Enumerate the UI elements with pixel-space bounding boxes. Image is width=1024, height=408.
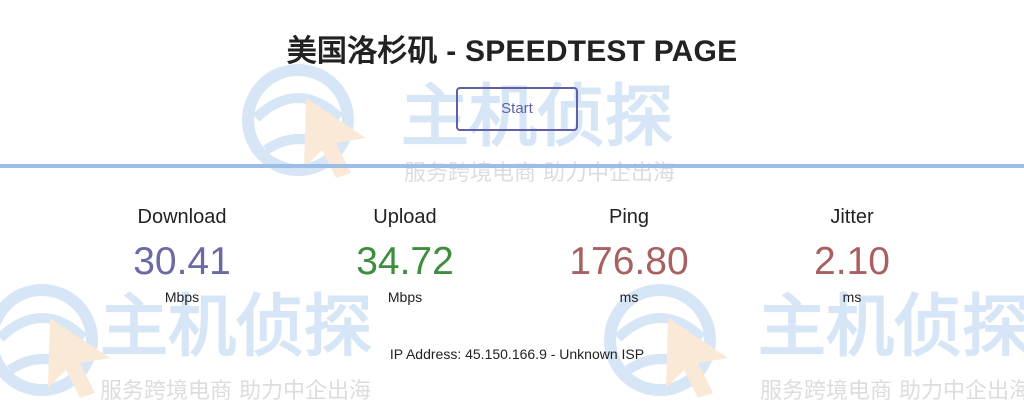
ping-unit: ms bbox=[619, 289, 639, 305]
download-label: Download bbox=[137, 206, 227, 228]
download-unit: Mbps bbox=[164, 289, 200, 305]
globe-cursor-icon bbox=[604, 284, 728, 398]
globe-cursor-icon bbox=[242, 64, 366, 178]
ping-value: 176.80 bbox=[569, 240, 689, 283]
page-title: 美国洛杉矶 - SPEEDTEST PAGE bbox=[286, 35, 738, 68]
download-metric: Download 30.41 Mbps bbox=[82, 204, 282, 306]
watermark-slogan: 服务跨境电商 助力中企出海 bbox=[760, 379, 1024, 404]
jitter-metric: Jitter 2.10 ms bbox=[752, 204, 952, 306]
globe-cursor-icon bbox=[0, 284, 110, 398]
ip-address-text: IP Address: 45.150.166.9 - Unknown ISP bbox=[389, 346, 645, 362]
watermark-slogan: 服务跨境电商 助力中企出海 bbox=[100, 379, 371, 404]
download-value: 30.41 bbox=[133, 240, 231, 283]
upload-label: Upload bbox=[373, 206, 437, 228]
progress-divider bbox=[0, 164, 1024, 168]
ping-metric: Ping 176.80 ms bbox=[529, 204, 729, 306]
start-button[interactable]: Start bbox=[456, 87, 578, 131]
jitter-value: 2.10 bbox=[814, 240, 890, 283]
ping-label: Ping bbox=[608, 206, 650, 228]
jitter-label: Jitter bbox=[830, 206, 874, 228]
jitter-unit: ms bbox=[842, 289, 862, 305]
upload-value: 34.72 bbox=[356, 240, 454, 283]
speedtest-page: 主机侦探 服务跨境电商 助力中企出海 主机侦探 服务跨境电商 助力中企出海 主机… bbox=[0, 0, 1024, 408]
upload-unit: Mbps bbox=[387, 289, 423, 305]
upload-metric: Upload 34.72 Mbps bbox=[305, 204, 505, 306]
